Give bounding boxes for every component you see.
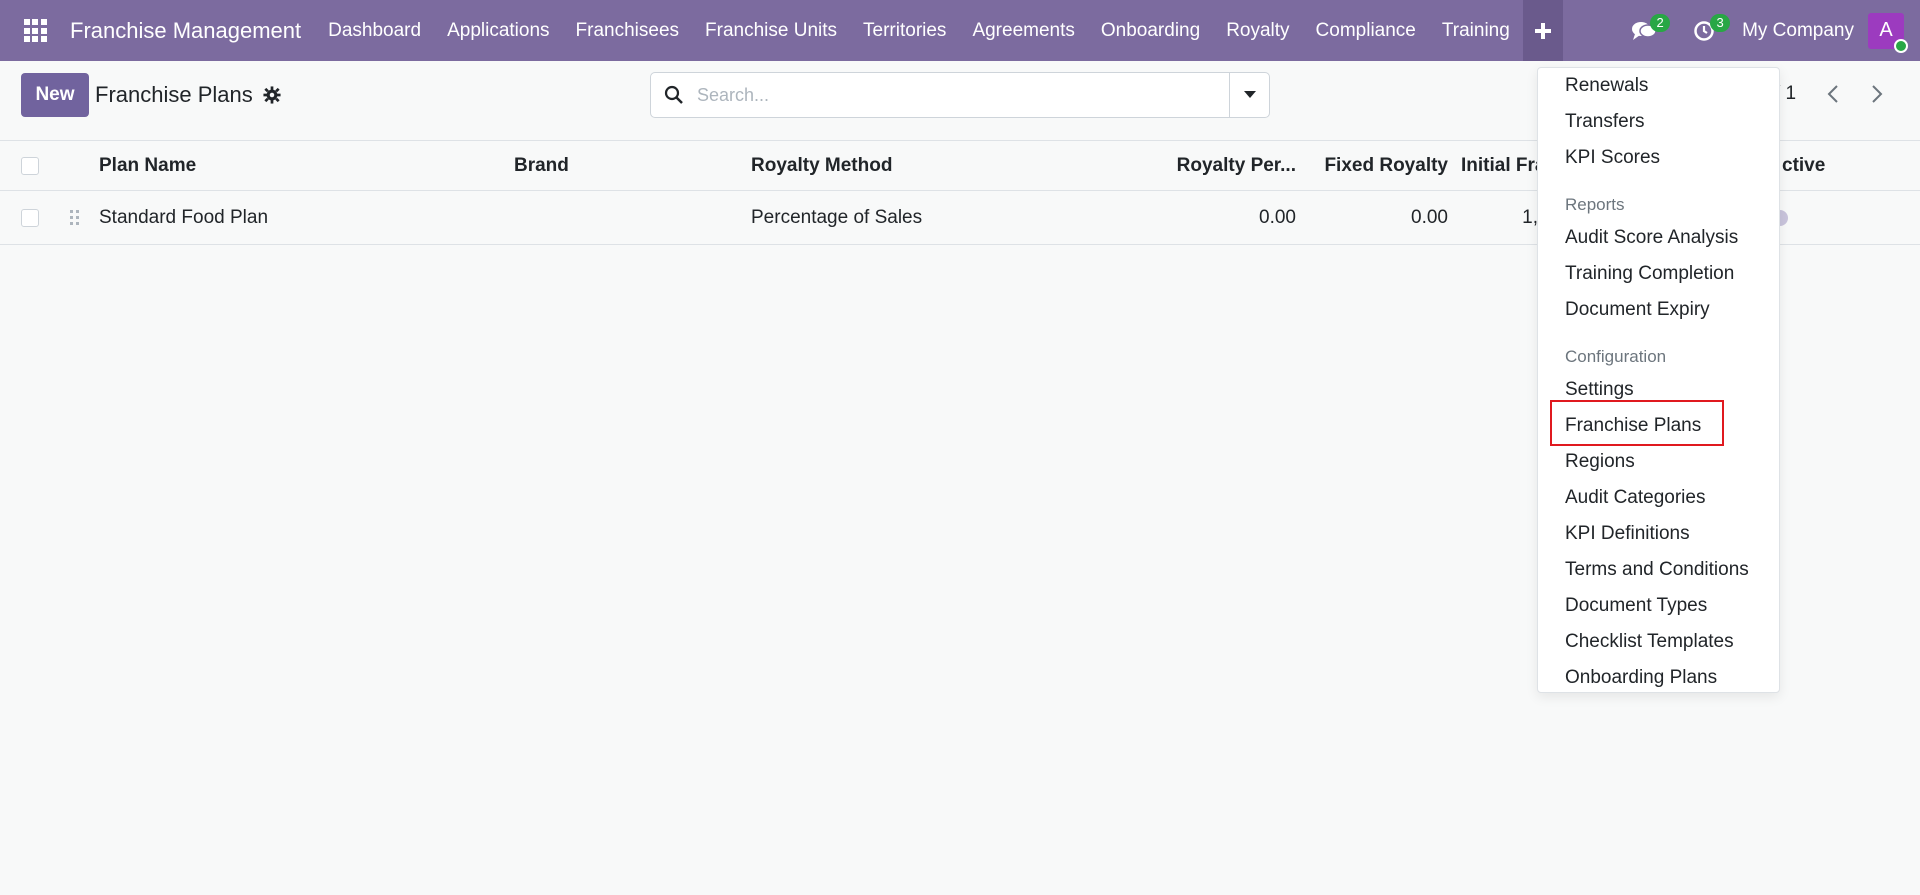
avatar-letter: A [1879, 19, 1893, 41]
nav-item-royalty[interactable]: Royalty [1213, 0, 1302, 61]
online-status-icon [1894, 38, 1908, 53]
column-header-royalty-method[interactable]: Royalty Method [751, 141, 892, 190]
app-brand[interactable]: Franchise Management [70, 18, 315, 44]
menu-item-audit-categories[interactable]: Audit Categories [1565, 487, 1705, 509]
nav-item-onboarding[interactable]: Onboarding [1088, 0, 1213, 61]
menu-item-onboarding-plans[interactable]: Onboarding Plans [1565, 667, 1717, 689]
breadcrumb: Franchise Plans [95, 82, 281, 108]
drag-handle-icon[interactable] [70, 191, 79, 244]
menu-item-document-types[interactable]: Document Types [1565, 595, 1707, 617]
nav-menu: Dashboard Applications Franchisees Franc… [315, 0, 1563, 61]
activities-badge: 3 [1710, 14, 1731, 32]
cell-initial-fee: 1, [1522, 206, 1538, 228]
page-title: Franchise Plans [95, 82, 253, 107]
select-all-checkbox[interactable] [21, 141, 39, 190]
apps-menu-icon[interactable] [0, 0, 70, 61]
top-navbar: Franchise Management Dashboard Applicati… [0, 0, 1920, 61]
active-toggle[interactable] [1780, 191, 1788, 244]
search-bar [650, 72, 1270, 118]
search-input[interactable] [697, 73, 1229, 117]
menu-item-document-expiry[interactable]: Document Expiry [1565, 299, 1710, 321]
menu-item-kpi-scores[interactable]: KPI Scores [1565, 147, 1660, 169]
menu-item-training-completion[interactable]: Training Completion [1565, 263, 1734, 285]
menu-item-settings[interactable]: Settings [1565, 379, 1634, 401]
cell-plan-name: Standard Food Plan [99, 206, 269, 228]
cell-royalty-method: Percentage of Sales [751, 206, 923, 228]
user-avatar[interactable]: A [1868, 12, 1908, 53]
column-header-royalty-percent[interactable]: Royalty Per... [1120, 141, 1296, 190]
column-header-plan-name[interactable]: Plan Name [99, 141, 196, 190]
nav-item-agreements[interactable]: Agreements [959, 0, 1087, 61]
menu-section-configuration: Configuration [1565, 347, 1667, 366]
pager-previous-chevron-left-icon[interactable] [1822, 81, 1844, 107]
row-checkbox[interactable] [21, 191, 39, 244]
menu-item-renewals[interactable]: Renewals [1565, 75, 1648, 97]
nav-item-applications[interactable]: Applications [434, 0, 562, 61]
messages-icon[interactable]: 2 [1614, 0, 1674, 61]
menu-section-reports: Reports [1565, 195, 1625, 214]
cell-fixed-royalty: 0.00 [1411, 206, 1448, 228]
systray: 2 3 My Company A [1614, 0, 1920, 61]
menu-item-franchise-plans[interactable]: Franchise Plans [1565, 415, 1701, 437]
column-header-fixed-royalty[interactable]: Fixed Royalty [1310, 141, 1448, 190]
nav-item-territories[interactable]: Territories [850, 0, 959, 61]
company-switcher[interactable]: My Company [1734, 20, 1868, 42]
nav-item-franchise-units[interactable]: Franchise Units [692, 0, 850, 61]
column-header-brand[interactable]: Brand [514, 141, 569, 190]
search-options-chevron-down-icon[interactable] [1229, 73, 1269, 117]
nav-item-franchisees[interactable]: Franchisees [563, 0, 693, 61]
menu-item-terms-and-conditions[interactable]: Terms and Conditions [1565, 559, 1749, 581]
menu-item-audit-score-analysis[interactable]: Audit Score Analysis [1565, 227, 1738, 249]
nav-item-dashboard[interactable]: Dashboard [315, 0, 434, 61]
nav-item-compliance[interactable]: Compliance [1303, 0, 1429, 61]
column-header-initial-fee[interactable]: Initial Fra [1461, 141, 1545, 190]
menu-item-kpi-definitions[interactable]: KPI Definitions [1565, 523, 1690, 545]
nav-item-training[interactable]: Training [1429, 0, 1523, 61]
cell-royalty-percent: 0.00 [1259, 206, 1296, 228]
menu-item-transfers[interactable]: Transfers [1565, 111, 1645, 133]
more-menu-plus-icon[interactable] [1522, 0, 1563, 61]
more-menu-dropdown: Renewals Transfers KPI Scores Reports Au… [1537, 67, 1780, 693]
new-button[interactable]: New [21, 73, 89, 117]
search-icon[interactable] [651, 73, 697, 117]
pager-next-chevron-right-icon[interactable] [1866, 81, 1888, 107]
messages-badge: 2 [1650, 14, 1671, 32]
menu-item-regions[interactable]: Regions [1565, 451, 1635, 473]
menu-item-checklist-templates[interactable]: Checklist Templates [1565, 631, 1734, 653]
column-header-active[interactable]: ctive [1782, 141, 1825, 190]
activities-clock-icon[interactable]: 3 [1674, 0, 1734, 61]
gear-icon[interactable] [263, 86, 281, 104]
